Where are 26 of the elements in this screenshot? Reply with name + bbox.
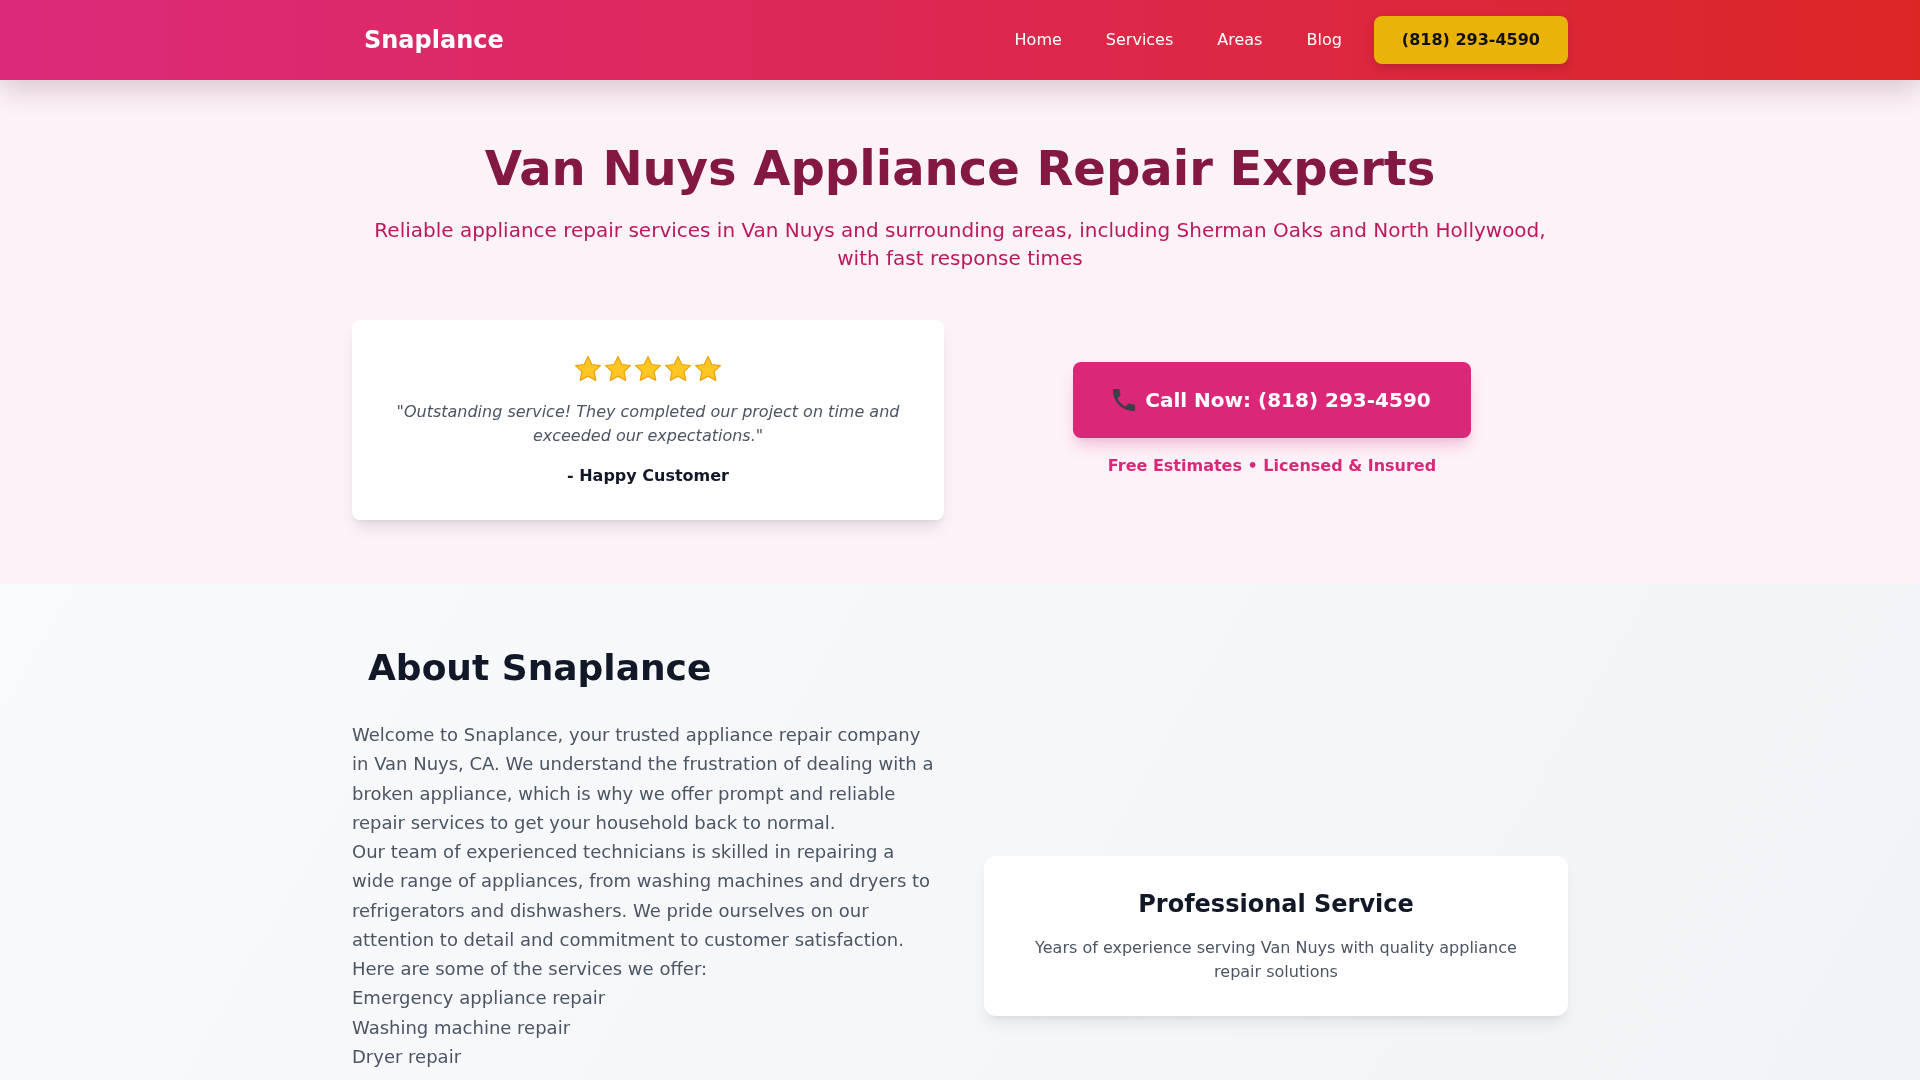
nav-link[interactable]: Blog [1292, 20, 1356, 60]
star-icon [635, 355, 661, 381]
feature-description: Years of experience serving Van Nuys with quality appliance repair solutions [1034, 937, 1518, 983]
call-button[interactable]: Call Now: (818) 293-4590 [1073, 362, 1471, 438]
star-icon [575, 355, 601, 381]
star-icon [695, 355, 721, 381]
service-item: Emergency appliance repair [352, 986, 607, 1011]
brand-logo[interactable]: Snaplance [364, 24, 504, 56]
hero-subtitle: Reliable appliance repair services in Van Nuys and surrounding areas, including Sherman Oaks and North Hollywood, with fast response times [373, 217, 1547, 272]
review-quote: "Outstanding service! They completed our project on time and exceeded our expectations." [395, 401, 901, 447]
nav-link[interactable]: Home [1000, 20, 1076, 60]
section-heading: About Snaplance [367, 648, 713, 688]
trust-note: Free Estimates • Licensed & Insured [1107, 455, 1437, 477]
review-author: - Happy Customer [566, 465, 730, 487]
service-item: Dryer repair [352, 1044, 463, 1069]
phone-icon [1113, 389, 1136, 411]
service-item: Washing machine repair [352, 1015, 572, 1040]
about-paragraph: Here are some of the services we offer: [352, 957, 709, 981]
about-paragraph: Our team of experienced technicians is skilled in repairing a wide range of appliances, from washing machines and dryers to refrigerators and dishwashers. We pride ourselves on our attention to detail and commitment to customer satisfaction. [352, 840, 932, 952]
star-icon [605, 355, 631, 381]
feature-title: Professional Service [1137, 889, 1415, 920]
about-paragraph: Welcome to Snaplance, your trusted appliance repair company in Van Nuys, CA. We understand the frustration of dealing with a broken appliance, which is why we offer prompt and reliable repair services to get your household back to normal. [352, 723, 935, 835]
star-icon [665, 355, 691, 381]
phone-button[interactable]: (818) 293-4590 [1373, 16, 1568, 64]
nav-link[interactable]: Services [1091, 20, 1188, 60]
nav-link[interactable]: Areas [1203, 20, 1277, 60]
